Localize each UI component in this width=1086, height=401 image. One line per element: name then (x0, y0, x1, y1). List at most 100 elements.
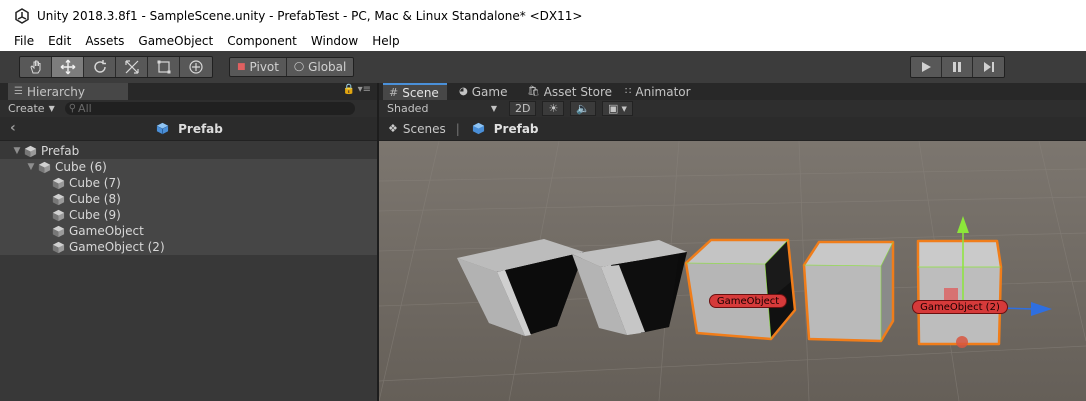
tab-hierarchy-label: Hierarchy (26, 84, 85, 99)
tree-item-cube-8[interactable]: Cube (8) (0, 191, 377, 207)
tree-item-cube-6[interactable]: ▼ Cube (6) (0, 159, 377, 175)
z-axis-handle[interactable] (956, 336, 968, 348)
gizmo-label-gameobject[interactable]: GameObject (709, 294, 787, 308)
rect-icon (157, 60, 170, 74)
shading-mode-dropdown[interactable]: Shaded ▼ (387, 102, 503, 115)
animator-icon: ∷ (625, 86, 632, 97)
play-icon (922, 62, 931, 72)
search-placeholder: All (78, 102, 92, 115)
cube-mesh-1[interactable] (457, 239, 584, 336)
scale-tool-button[interactable] (116, 57, 148, 77)
back-arrow-icon[interactable]: ‹ (10, 120, 16, 136)
x-axis-arrow-icon[interactable] (1031, 302, 1052, 316)
scene-tabstrip: # Scene ◕ Game 🛍 Asset Store ∷ Animator (379, 83, 1086, 100)
breadcrumb-root[interactable]: Scenes (403, 122, 446, 136)
step-button[interactable] (973, 57, 1004, 77)
foldout-arrow-icon[interactable]: ▼ (26, 162, 36, 172)
tree-item-label: Cube (6) (55, 160, 107, 174)
gizmo-label-gameobject-2[interactable]: GameObject (2) (912, 300, 1008, 314)
hand-tool-button[interactable] (20, 57, 52, 77)
sun-icon: ☀ (548, 102, 559, 115)
unity-logo-icon (15, 7, 29, 24)
tree-item-prefab[interactable]: ▼ Prefab (0, 143, 377, 159)
tree-item-gameobject[interactable]: GameObject (0, 223, 377, 239)
cube-mesh-gameobject-2[interactable] (916, 239, 1003, 346)
mode-2d-label: 2D (515, 102, 531, 115)
tree-item-cube-7[interactable]: Cube (7) (0, 175, 377, 191)
cube-mesh-4[interactable] (802, 240, 895, 343)
cube-icon (52, 177, 65, 189)
transform-tool-button[interactable] (180, 57, 212, 77)
bag-icon: 🛍 (527, 86, 540, 97)
cube-icon (24, 145, 37, 157)
globe-icon: ◯ (293, 62, 305, 72)
cube-icon (52, 193, 65, 205)
cube-icon (38, 161, 51, 173)
scene-toolbar: Shaded ▼ 2D ☀ 🔈 ▣ ▼ (379, 100, 1086, 117)
tab-game-label: Game (471, 84, 508, 99)
create-label: Create (8, 102, 45, 115)
prefab-mode-header: ‹ Prefab (0, 117, 377, 141)
lock-icon[interactable]: 🔒 (343, 84, 355, 95)
create-dropdown[interactable]: Create ▼ (8, 102, 55, 115)
mode-2d-button[interactable]: 2D (509, 101, 537, 116)
tree-item-label: Cube (7) (69, 176, 121, 190)
panel-menu-icon[interactable]: ▾≡ (358, 84, 371, 95)
global-button[interactable]: ◯ Global (286, 58, 354, 76)
cube-mesh-gameobject[interactable] (684, 238, 797, 341)
list-icon: ☰ (14, 86, 23, 97)
tab-game[interactable]: ◕ Game (453, 83, 513, 100)
menu-assets[interactable]: Assets (85, 34, 124, 48)
menu-window[interactable]: Window (311, 34, 358, 48)
image-icon: ▣ (608, 102, 619, 115)
speaker-icon: 🔈 (576, 102, 591, 115)
y-axis-arrow-icon[interactable] (957, 216, 969, 233)
hierarchy-tree: ▼ Prefab ▼ Cube (6) Cube (7) Cube (8) Cu… (0, 141, 377, 255)
tree-item-label: Cube (9) (69, 208, 121, 222)
tree-item-label: GameObject (69, 224, 144, 238)
tab-hierarchy[interactable]: ☰ Hierarchy (8, 83, 128, 100)
cube-mesh-2[interactable] (572, 240, 687, 335)
tree-item-label: Cube (8) (69, 192, 121, 206)
hierarchy-toolbar: Create ▼ ⚲ All (0, 100, 377, 117)
tab-scene[interactable]: # Scene (383, 83, 447, 100)
menu-help[interactable]: Help (372, 34, 399, 48)
prefab-title: Prefab (178, 121, 223, 136)
pivot-button[interactable]: ■ Pivot (230, 58, 287, 76)
menu-component[interactable]: Component (227, 34, 297, 48)
scene-viewport[interactable]: GameObject GameObject (2) (379, 141, 1086, 401)
chevron-down-icon: ▼ (621, 104, 627, 113)
grid-icon: # (389, 86, 399, 99)
rotate-tool-button[interactable] (84, 57, 116, 77)
tab-scene-label: Scene (402, 85, 439, 100)
pause-button[interactable] (942, 57, 973, 77)
scene-view-svg (379, 141, 1086, 401)
play-button[interactable] (911, 57, 942, 77)
cube-icon (52, 241, 65, 253)
menu-edit[interactable]: Edit (48, 34, 71, 48)
tab-asset-store-label: Asset Store (543, 84, 613, 99)
pivot-icon: ■ (237, 62, 246, 72)
tree-item-gameobject-2[interactable]: GameObject (2) (0, 239, 377, 255)
audio-toggle[interactable]: 🔈 (570, 101, 597, 116)
search-input[interactable]: ⚲ All (64, 102, 355, 115)
tree-item-cube-9[interactable]: Cube (9) (0, 207, 377, 223)
tab-animator-label: Animator (635, 84, 691, 99)
scale-icon (124, 60, 139, 74)
rect-tool-button[interactable] (148, 57, 180, 77)
transform-tools (19, 56, 213, 78)
transform-icon (189, 60, 203, 74)
foldout-arrow-icon[interactable]: ▼ (12, 146, 22, 156)
search-icon: ⚲ (68, 103, 77, 114)
menu-bar: File Edit Assets GameObject Component Wi… (0, 31, 1086, 51)
tab-asset-store[interactable]: 🛍 Asset Store (521, 83, 618, 100)
chevron-down-icon: ▼ (490, 104, 497, 113)
lighting-toggle[interactable]: ☀ (542, 101, 565, 116)
menu-gameobject[interactable]: GameObject (138, 34, 213, 48)
title-bar: Unity 2018.3.8f1 - SampleScene.unity - P… (0, 0, 1086, 31)
move-tool-button[interactable] (52, 57, 84, 77)
hierarchy-tabstrip: ☰ Hierarchy 🔒 ▾≡ (0, 83, 377, 100)
effects-dropdown[interactable]: ▣ ▼ (602, 101, 633, 116)
menu-file[interactable]: File (14, 34, 34, 48)
tab-animator[interactable]: ∷ Animator (619, 83, 697, 100)
